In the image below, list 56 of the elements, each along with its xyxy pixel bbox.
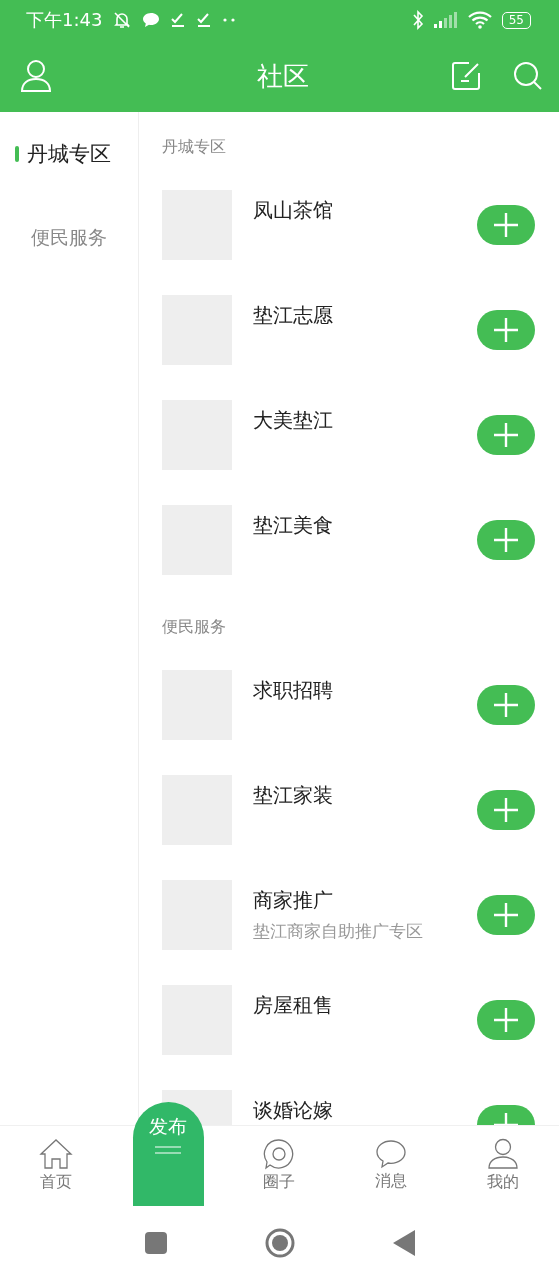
nav-tab[interactable]: 消息 — [335, 1126, 448, 1205]
plus-icon — [493, 1007, 519, 1033]
community-name[interactable]: 垫江家装 — [253, 781, 477, 809]
community-name[interactable]: 房屋租售 — [253, 991, 477, 1019]
chat-ring-icon — [263, 1138, 296, 1170]
back-icon[interactable] — [392, 1229, 415, 1256]
plus-icon — [493, 212, 519, 238]
join-button[interactable] — [477, 415, 535, 455]
edit-icon[interactable] — [451, 61, 481, 91]
join-button[interactable] — [477, 895, 535, 935]
more-dots-icon — [222, 17, 237, 23]
status-time: 下午1:43 — [26, 8, 103, 32]
signal-icon — [433, 12, 458, 28]
plus-icon — [493, 902, 519, 928]
community-description: 垫江商家自助推广专区 — [253, 920, 424, 943]
sidebar-tab[interactable]: 便民服务 — [0, 196, 138, 280]
plus-icon — [493, 797, 519, 823]
battery-indicator: 55 — [501, 11, 531, 29]
recents-icon[interactable] — [144, 1231, 167, 1254]
plus-icon — [493, 422, 519, 448]
page-title: 社区 — [255, 59, 310, 93]
join-button[interactable] — [477, 685, 535, 725]
home-circle-icon[interactable] — [264, 1227, 295, 1258]
join-button[interactable] — [477, 790, 535, 830]
nav-tab[interactable]: 我的 — [447, 1126, 559, 1205]
user-icon[interactable] — [20, 59, 52, 93]
join-button[interactable] — [477, 520, 535, 560]
community-name[interactable]: 垫江美食 — [253, 511, 477, 539]
chat-icon — [142, 12, 161, 28]
lines-icon — [154, 1146, 183, 1154]
nav-tab[interactable]: 首页 — [0, 1126, 112, 1205]
community-name[interactable]: 商家推广 — [253, 886, 477, 914]
plus-icon — [493, 317, 519, 343]
community-name[interactable]: 垫江志愿 — [253, 301, 477, 329]
speech-bubble-icon — [375, 1139, 408, 1169]
check-icon — [196, 12, 213, 28]
join-button[interactable] — [477, 205, 535, 245]
muted-bell-icon — [112, 10, 133, 30]
plus-icon — [493, 692, 519, 718]
section-title: 便民服务 — [162, 616, 227, 638]
join-button[interactable] — [477, 310, 535, 350]
home-icon — [38, 1138, 73, 1170]
plus-icon — [493, 527, 519, 553]
wifi-icon — [467, 11, 492, 29]
nav-tab[interactable]: 圈子 — [223, 1126, 336, 1205]
check-icon — [170, 12, 187, 28]
join-button[interactable] — [477, 1000, 535, 1040]
community-name[interactable]: 凤山茶馆 — [253, 196, 477, 224]
community-name[interactable]: 求职招聘 — [253, 676, 477, 704]
section-title: 丹城专区 — [162, 136, 227, 158]
bluetooth-icon — [411, 10, 424, 30]
sidebar-tab[interactable]: 丹城专区 — [0, 112, 138, 196]
search-icon[interactable] — [513, 61, 543, 91]
community-name[interactable]: 大美垫江 — [253, 406, 477, 434]
community-name[interactable]: 谈婚论嫁 — [253, 1096, 477, 1124]
user-icon — [487, 1138, 520, 1170]
